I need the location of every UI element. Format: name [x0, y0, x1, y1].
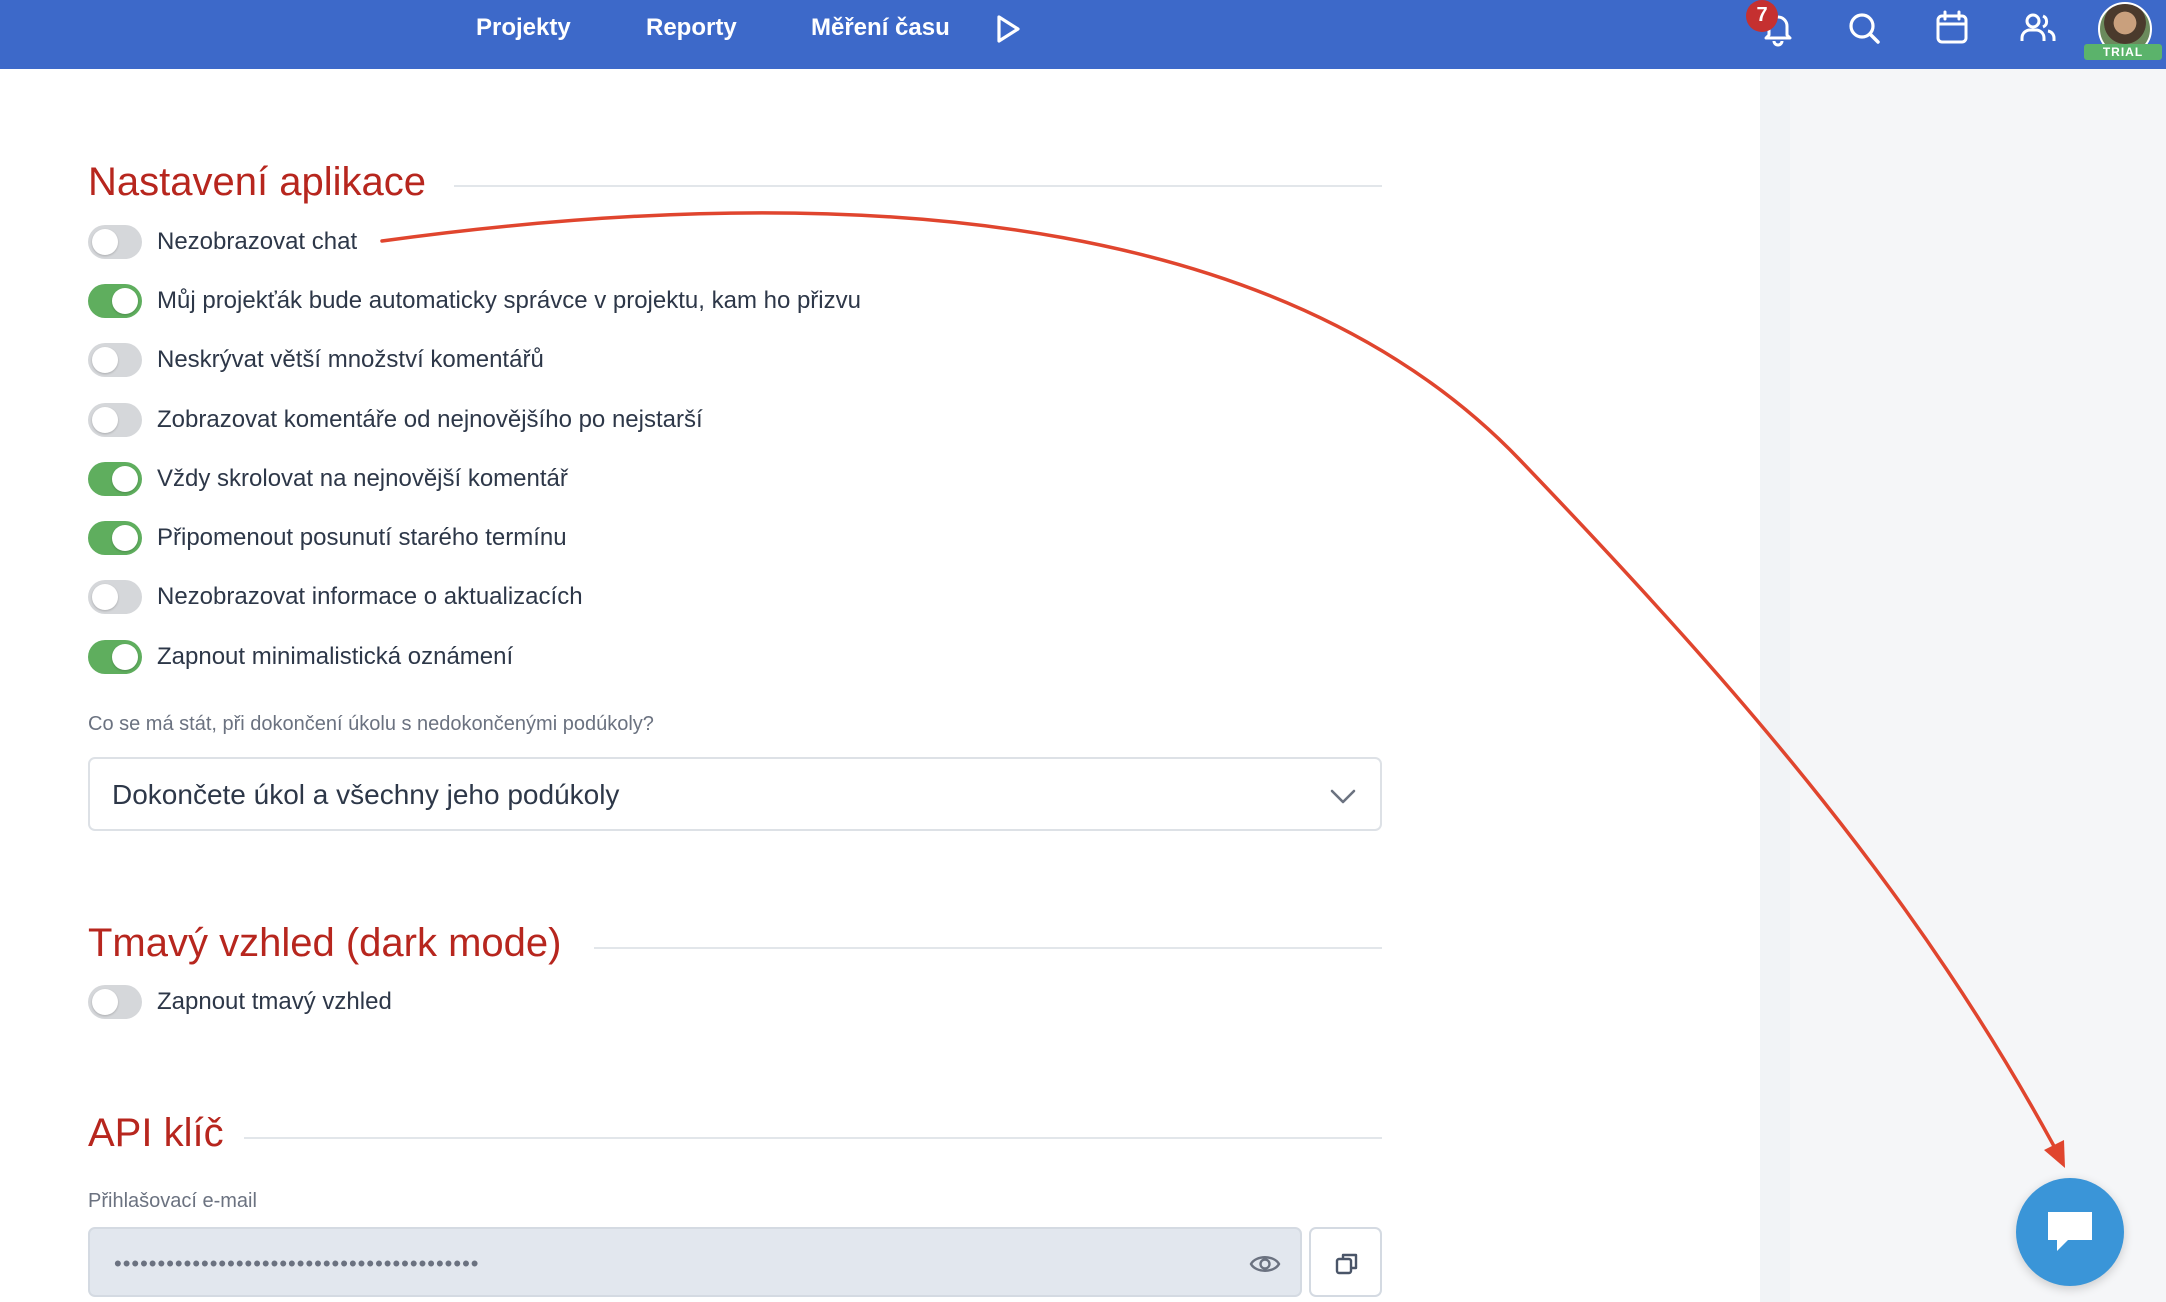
app-settings-title: Nastavení aplikace	[88, 160, 426, 204]
toggle-row-dark-mode[interactable]: Zapnout tmavý vzhled	[88, 982, 392, 1022]
chevron-down-icon	[1330, 789, 1356, 804]
eye-icon[interactable]	[1248, 1249, 1282, 1279]
trial-badge: TRIAL	[2084, 44, 2162, 60]
subtask-completion-select[interactable]: Dokončete úkol a všechny jeho podúkoly	[88, 757, 1382, 831]
copy-button[interactable]	[1309, 1227, 1382, 1297]
toggle-label: Zobrazovat komentáře od nejnovějšího po …	[157, 406, 703, 433]
calendar-icon[interactable]	[1932, 8, 1972, 48]
search-icon[interactable]	[1844, 8, 1884, 48]
toggle-switch[interactable]	[88, 284, 142, 318]
toggle-row-show-many-comments[interactable]: Neskrývat větší množství komentářů	[88, 340, 544, 380]
toggle-row-auto-admin[interactable]: Můj projekťák bude automaticky správce v…	[88, 281, 861, 321]
dark-mode-title: Tmavý vzhled (dark mode)	[88, 921, 562, 965]
toggle-label: Nezobrazovat informace o aktualizacích	[157, 583, 583, 610]
users-icon[interactable]	[2018, 8, 2058, 48]
top-navigation-bar: Projekty Reporty Měření času 7 TRIAL	[0, 0, 2166, 69]
api-key-title: API klíč	[88, 1111, 224, 1155]
masked-email-value: ••••••••••••••••••••••••••••••••••••••••…	[114, 1251, 480, 1276]
chat-button[interactable]	[2016, 1178, 2124, 1286]
toggle-switch[interactable]	[88, 521, 142, 555]
nav-projects-link[interactable]: Projekty	[476, 13, 571, 43]
select-value: Dokončete úkol a všechny jeho podúkoly	[112, 779, 620, 810]
login-email-field[interactable]: ••••••••••••••••••••••••••••••••••••••••…	[88, 1227, 1302, 1297]
chat-bubble-icon	[2048, 1212, 2092, 1251]
toggle-switch[interactable]	[88, 640, 142, 674]
toggle-switch[interactable]	[88, 225, 142, 259]
right-side-panel	[1790, 69, 2166, 1302]
toggle-row-comments-newest-first[interactable]: Zobrazovat komentáře od nejnovějšího po …	[88, 400, 703, 440]
nav-reports-link[interactable]: Reporty	[646, 13, 737, 43]
toggle-label: Zapnout minimalistická oznámení	[157, 643, 514, 670]
toggle-row-hide-chat[interactable]: Nezobrazovat chat	[88, 222, 357, 262]
toggle-switch[interactable]	[88, 985, 142, 1019]
toggle-label: Můj projekťák bude automaticky správce v…	[157, 287, 861, 314]
copy-icon	[1335, 1253, 1358, 1275]
nav-time-tracking-link[interactable]: Měření času	[811, 13, 950, 43]
toggle-label: Nezobrazovat chat	[157, 228, 358, 255]
sidebar-shadow	[1760, 69, 1790, 1302]
section-divider	[244, 1137, 1382, 1139]
toggle-label: Vždy skrolovat na nejnovější komentář	[157, 465, 568, 492]
toggle-row-remind-old-deadline[interactable]: Připomenout posunutí starého termínu	[88, 518, 567, 558]
subtask-question-label: Co se má stát, při dokončení úkolu s ned…	[88, 713, 654, 735]
toggle-row-hide-update-info[interactable]: Nezobrazovat informace o aktualizacích	[88, 577, 583, 617]
toggle-row-scroll-latest-comment[interactable]: Vždy skrolovat na nejnovější komentář	[88, 459, 568, 499]
section-divider	[594, 947, 1382, 949]
toggle-switch[interactable]	[88, 343, 142, 377]
toggle-switch[interactable]	[88, 403, 142, 437]
toggle-label: Zapnout tmavý vzhled	[157, 988, 392, 1015]
login-email-label: Přihlašovací e-mail	[88, 1190, 257, 1212]
toggle-switch[interactable]	[88, 462, 142, 496]
toggle-label: Neskrývat větší množství komentářů	[157, 346, 544, 373]
toggle-switch[interactable]	[88, 580, 142, 614]
play-icon[interactable]	[990, 12, 1024, 46]
toggle-label: Připomenout posunutí starého termínu	[157, 524, 567, 551]
notification-count-badge: 7	[1746, 0, 1778, 32]
section-divider	[454, 185, 1382, 187]
toggle-row-minimal-notifications[interactable]: Zapnout minimalistická oznámení	[88, 637, 513, 677]
